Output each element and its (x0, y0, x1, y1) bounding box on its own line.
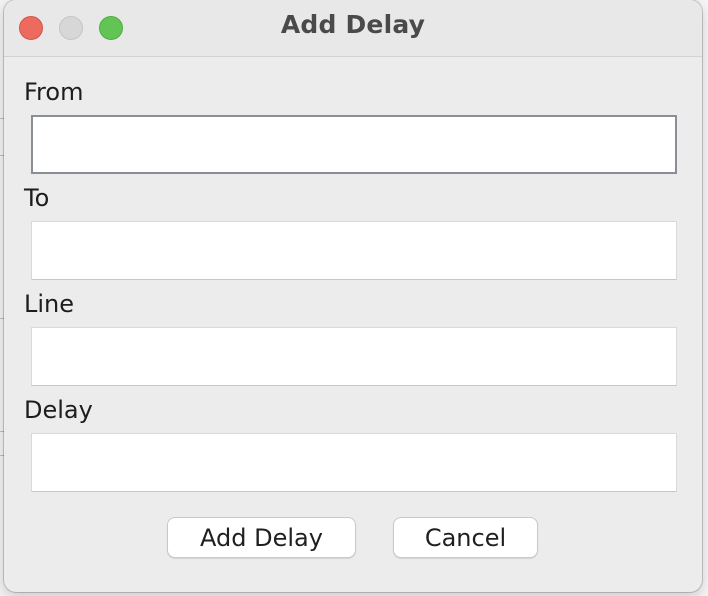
cancel-button[interactable]: Cancel (393, 517, 538, 558)
delay-input[interactable] (31, 433, 677, 492)
from-input[interactable] (31, 115, 677, 174)
add-delay-dialog: Add Delay From To Line Delay Add Delay C… (4, 0, 702, 592)
title-bar: Add Delay (4, 0, 702, 57)
line-label: Line (24, 290, 75, 318)
delay-label: Delay (24, 396, 93, 424)
to-label: To (24, 184, 50, 212)
add-delay-button[interactable]: Add Delay (167, 517, 356, 558)
window-title: Add Delay (280, 10, 426, 39)
from-label: From (24, 78, 84, 106)
line-input[interactable] (31, 327, 677, 386)
to-input[interactable] (31, 221, 677, 280)
